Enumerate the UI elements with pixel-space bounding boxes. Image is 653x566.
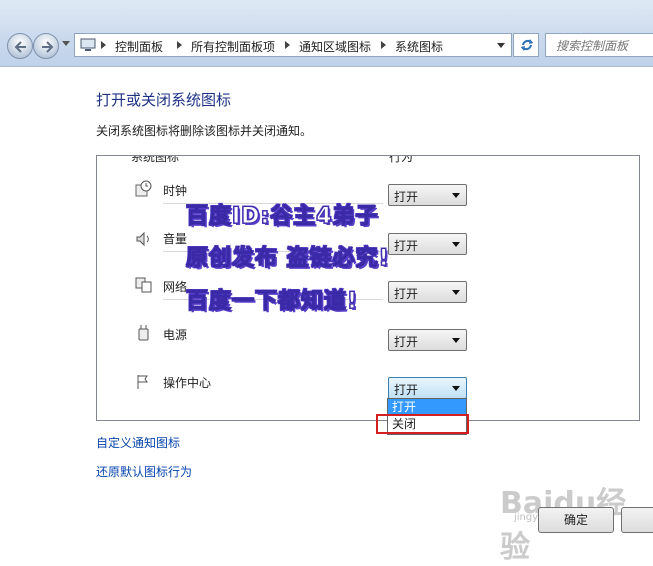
- arrow-left-icon: [14, 41, 26, 53]
- arrow-right-icon: [42, 41, 54, 53]
- system-icons-list: 系统图标 行为 时钟 打开 音量 打开 网络 打开 电源 打开 操作中心 打开: [96, 155, 640, 421]
- back-button[interactable]: [7, 33, 33, 59]
- search-box[interactable]: [545, 33, 653, 57]
- watermark-line-2: 原创发布 盗链必究!: [186, 246, 390, 272]
- breadcrumb-all-items[interactable]: 所有控制面板项: [191, 38, 275, 55]
- chevron-right-icon[interactable]: [381, 41, 386, 49]
- watermark-line-3: 百度一下都知道!: [185, 289, 359, 315]
- address-bar[interactable]: 控制面板 所有控制面板项 通知区域图标 系统图标: [74, 33, 512, 57]
- ok-button[interactable]: 确定: [538, 507, 614, 533]
- row-label-power: 电源: [163, 328, 188, 342]
- chevron-down-icon: [452, 193, 460, 198]
- network-icon: [135, 277, 152, 293]
- chevron-right-icon[interactable]: [285, 41, 290, 49]
- refresh-icon: [521, 39, 533, 51]
- chevron-right-icon[interactable]: [101, 41, 106, 49]
- breadcrumb-notification-icons[interactable]: 通知区域图标: [299, 38, 371, 55]
- row-label-action-center: 操作中心: [163, 376, 212, 390]
- customize-notification-icons-link[interactable]: 自定义通知图标: [96, 434, 180, 451]
- address-dropdown-icon[interactable]: [497, 43, 505, 48]
- behavior-select-network[interactable]: 打开: [388, 281, 467, 303]
- volume-icon: [136, 231, 149, 247]
- restore-default-icon-behavior-link[interactable]: 还原默认图标行为: [96, 463, 192, 480]
- chevron-down-icon: [452, 242, 460, 247]
- column-header-behavior[interactable]: 行为: [389, 156, 413, 165]
- watermark-line-1: 百度ID:谷主4弟子: [186, 204, 379, 230]
- cancel-button[interactable]: [621, 507, 653, 533]
- row-label-volume: 音量: [163, 232, 188, 246]
- chevron-down-icon: [452, 290, 460, 295]
- select-value: 打开: [394, 383, 419, 397]
- annotation-highlight-box: [376, 414, 469, 434]
- select-value: 打开: [394, 190, 419, 204]
- refresh-button[interactable]: [513, 33, 539, 57]
- page-description: 关闭系统图标将删除该图标并关闭通知。: [96, 124, 313, 138]
- chevron-down-icon: [452, 338, 460, 343]
- chevron-right-icon[interactable]: [177, 41, 182, 49]
- page-title: 打开或关闭系统图标: [96, 91, 232, 109]
- explorer-toolbar: 控制面板 所有控制面板项 通知区域图标 系统图标: [0, 0, 653, 67]
- select-value: 打开: [394, 335, 419, 349]
- behavior-select-action-center[interactable]: 打开: [388, 377, 467, 399]
- forward-button[interactable]: [33, 33, 59, 59]
- breadcrumb-control-panel[interactable]: 控制面板: [115, 38, 163, 55]
- power-icon: [138, 325, 149, 341]
- recent-pages-icon[interactable]: [62, 41, 70, 46]
- row-label-clock: 时钟: [163, 184, 188, 198]
- search-input[interactable]: [554, 35, 653, 57]
- control-panel-icon: [80, 38, 96, 51]
- column-header-icon[interactable]: 系统图标: [131, 156, 179, 165]
- behavior-select-volume[interactable]: 打开: [388, 233, 467, 255]
- row-label-network: 网络: [163, 280, 188, 294]
- behavior-select-power[interactable]: 打开: [388, 329, 467, 351]
- behavior-select-clock[interactable]: 打开: [388, 184, 467, 206]
- chevron-down-icon: [452, 386, 460, 391]
- select-value: 打开: [394, 287, 419, 301]
- select-value: 打开: [394, 239, 419, 253]
- flag-icon: [137, 375, 148, 389]
- breadcrumb-system-icons[interactable]: 系统图标: [395, 38, 443, 55]
- clock-icon: [135, 180, 152, 197]
